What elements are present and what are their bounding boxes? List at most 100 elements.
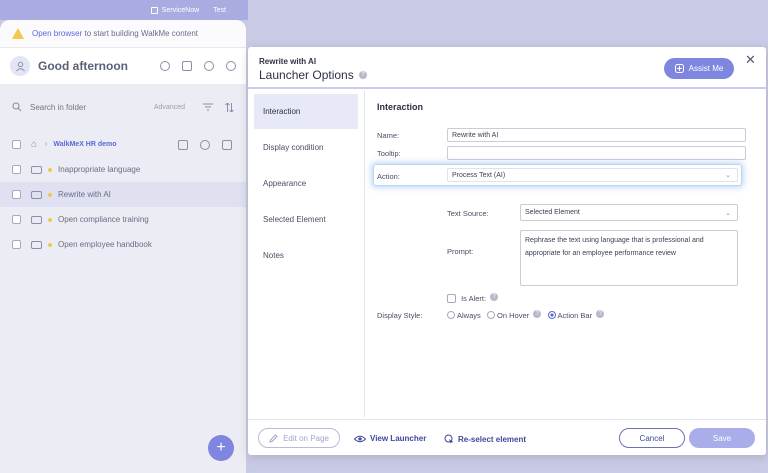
assist-icon	[674, 64, 684, 73]
open-browser-link[interactable]: Open browser	[32, 29, 82, 38]
env-label: Test	[213, 6, 226, 14]
checkbox[interactable]	[12, 215, 21, 224]
tooltip-field[interactable]	[447, 146, 746, 160]
help-icon[interactable]: ?	[533, 310, 542, 318]
bell-icon[interactable]	[226, 61, 236, 71]
radio-label: On Hover	[497, 311, 530, 320]
help-icon[interactable]: ?	[490, 293, 499, 301]
status-dot	[48, 242, 52, 247]
target-icon[interactable]	[160, 61, 170, 71]
prompt-label: Prompt:	[447, 247, 474, 256]
checkbox[interactable]	[12, 165, 21, 174]
close-icon[interactable]: ✕	[745, 52, 756, 68]
tab-appearance[interactable]: Appearance	[254, 166, 358, 201]
launcher-icon	[31, 165, 42, 174]
item-list: ⌂ › WalkMeX HR demo Inappropriate langua…	[0, 122, 246, 257]
search-row: Advanced	[0, 92, 246, 122]
avatar[interactable]	[10, 56, 30, 76]
folder-icon[interactable]	[222, 139, 232, 150]
text-source-label: Text Source:	[447, 209, 489, 218]
cancel-button[interactable]: Cancel	[619, 428, 685, 448]
list-item-label: Open compliance training	[58, 215, 149, 224]
radio-always[interactable]: Always	[447, 311, 481, 320]
is-alert-label: Is Alert:	[461, 294, 487, 303]
gear-icon[interactable]	[204, 61, 214, 71]
clock-icon[interactable]	[200, 139, 210, 150]
folder-row[interactable]: ⌂ › WalkMeX HR demo	[0, 132, 246, 157]
pencil-icon	[269, 433, 278, 443]
tab-interaction[interactable]: Interaction	[254, 94, 358, 129]
radio-on-hover[interactable]: On Hover	[487, 311, 529, 320]
trash-icon[interactable]	[178, 139, 188, 150]
search-input[interactable]	[30, 102, 154, 112]
browser-banner: Open browser to start building WalkMe co…	[0, 20, 246, 48]
view-launcher-label: View Launcher	[370, 434, 427, 443]
add-button[interactable]: +	[208, 435, 234, 461]
edit-label: Edit on Page	[283, 433, 329, 443]
greeting-row: Good afternoon	[0, 48, 246, 84]
dialog-header: Rewrite with AI Launcher Options ? Assis…	[248, 47, 766, 89]
save-button[interactable]: Save	[689, 428, 755, 448]
radio-action-bar[interactable]: Action Bar	[547, 311, 592, 320]
name-label: Name:	[377, 131, 400, 140]
list-item-label: Open employee handbook	[58, 240, 152, 249]
dialog-nav: Interaction Display condition Appearance…	[248, 91, 365, 417]
assist-me-button[interactable]: Assist Me	[664, 58, 734, 79]
left-panel: Open browser to start building WalkMe co…	[0, 20, 246, 473]
reselect-label: Re-select element	[458, 434, 527, 444]
checkbox[interactable]	[12, 240, 21, 249]
list-item-label: Inappropriate language	[58, 165, 141, 174]
display-style-options: Always On Hover ? Action Bar ?	[447, 310, 605, 320]
action-select[interactable]: Process Text (AI) ⌄	[447, 168, 738, 182]
name-field[interactable]: Rewrite with AI	[447, 128, 746, 142]
tab-display-condition[interactable]: Display condition	[254, 130, 358, 165]
chevron-down-icon: ⌄	[725, 172, 731, 179]
launcher-icon	[31, 240, 42, 249]
radio-circle	[447, 311, 455, 319]
search-icon	[12, 102, 22, 112]
app-tag: ServiceNow	[150, 6, 199, 14]
dialog-footer: Edit on Page View Launcher Re-select ele…	[248, 419, 766, 455]
banner-text-wrap: Open browser to start building WalkMe co…	[32, 29, 198, 38]
toolbar-icons	[160, 61, 236, 71]
status-dot	[48, 217, 52, 222]
tooltip-label: Tooltip:	[377, 149, 401, 158]
section-title: Interaction	[377, 102, 424, 112]
eye-icon	[354, 435, 366, 442]
interaction-form: Interaction Name: Rewrite with AI Toolti…	[365, 91, 766, 417]
filter-icon[interactable]	[203, 103, 213, 111]
dialog-title: Launcher Options ?	[259, 68, 368, 82]
text-source-select[interactable]: Selected Element ⌄	[520, 204, 738, 221]
list-item[interactable]: Rewrite with AI	[0, 182, 246, 207]
breadcrumb[interactable]: WalkMeX HR demo	[53, 141, 178, 148]
list-item[interactable]: Inappropriate language	[0, 157, 246, 182]
app-icon	[150, 6, 158, 14]
edit-on-page-button[interactable]: Edit on Page	[258, 428, 340, 448]
is-alert-checkbox[interactable]	[447, 294, 456, 303]
action-value: Process Text (AI)	[452, 171, 506, 179]
dialog-subtitle: Rewrite with AI	[259, 57, 317, 66]
reselect-element-link[interactable]: Re-select element	[444, 434, 526, 444]
sort-icon[interactable]	[225, 102, 234, 112]
checkbox[interactable]	[12, 140, 21, 149]
list-item[interactable]: Open compliance training	[0, 207, 246, 232]
advanced-link[interactable]: Advanced	[154, 104, 185, 111]
radio-label: Always	[457, 311, 481, 320]
tab-notes[interactable]: Notes	[254, 238, 358, 273]
checkbox[interactable]	[12, 190, 21, 199]
grid-icon[interactable]	[182, 61, 192, 71]
tab-selected-element[interactable]: Selected Element	[254, 202, 358, 237]
prompt-textarea[interactable]: Rephrase the text using language that is…	[520, 230, 738, 286]
launcher-icon	[31, 190, 42, 199]
help-icon[interactable]: ?	[359, 71, 368, 79]
list-item-label: Rewrite with AI	[58, 190, 111, 199]
chevron-right-icon: ›	[45, 141, 48, 148]
list-item[interactable]: Open employee handbook	[0, 232, 246, 257]
assist-label: Assist Me	[688, 64, 724, 73]
home-icon[interactable]: ⌂	[31, 139, 37, 150]
text-source-value: Selected Element	[525, 209, 580, 216]
is-alert-row: Is Alert: ?	[447, 293, 499, 303]
help-icon[interactable]: ?	[596, 310, 605, 318]
launcher-options-dialog: Rewrite with AI Launcher Options ? Assis…	[248, 47, 766, 455]
view-launcher-link[interactable]: View Launcher	[354, 434, 426, 443]
